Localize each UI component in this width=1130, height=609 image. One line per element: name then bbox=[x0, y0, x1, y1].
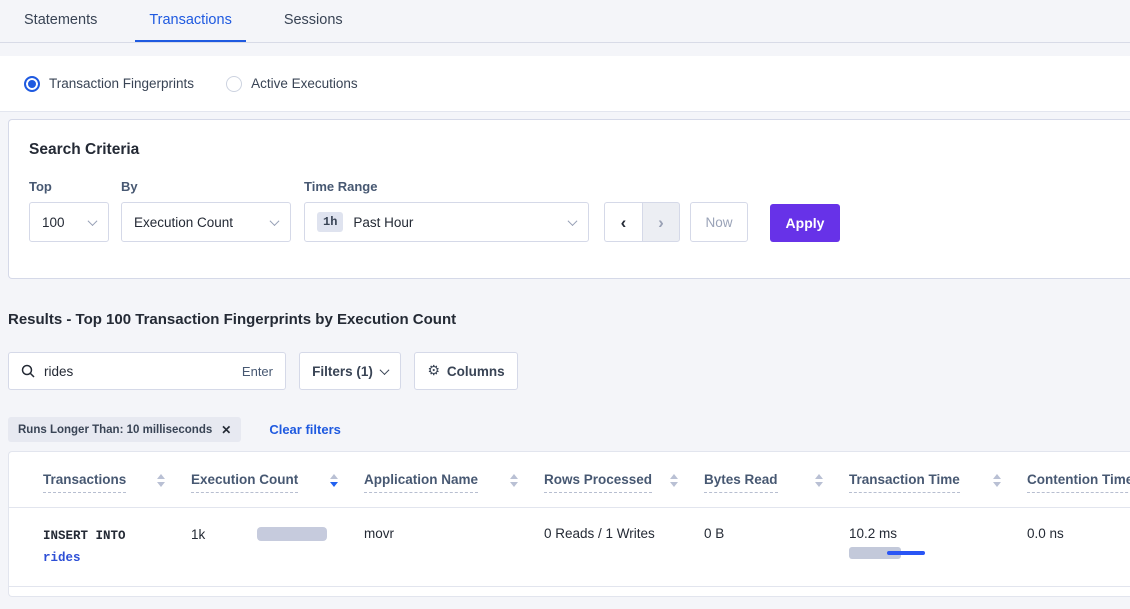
radio-label: Transaction Fingerprints bbox=[49, 76, 194, 91]
contention-time-cell: 0.0 ns bbox=[1027, 526, 1130, 570]
page-tabs: Statements Transactions Sessions bbox=[0, 0, 1130, 43]
clear-filters-link[interactable]: Clear filters bbox=[269, 422, 341, 437]
filter-chip-label: Runs Longer Than: 10 milliseconds bbox=[18, 424, 212, 436]
tab-label: Transactions bbox=[149, 12, 231, 28]
transaction-time-cell: 10.2 ms bbox=[849, 526, 1027, 570]
sort-icon[interactable] bbox=[993, 474, 1001, 487]
search-criteria-card: Search Criteria Top 100 By Execution Cou… bbox=[8, 119, 1130, 279]
radio-transaction-fingerprints[interactable]: Transaction Fingerprints bbox=[24, 76, 194, 92]
results-table-card: Transactions Execution Count Application… bbox=[8, 451, 1130, 597]
remove-filter-icon[interactable]: ✕ bbox=[221, 423, 231, 437]
execution-count-cell: 1k bbox=[191, 526, 364, 570]
next-time-window-button[interactable]: › bbox=[642, 202, 680, 242]
chevron-down-icon bbox=[568, 216, 578, 226]
search-input[interactable] bbox=[44, 364, 242, 379]
column-header-label[interactable]: Execution Count bbox=[191, 472, 298, 493]
tab-statements[interactable]: Statements bbox=[10, 0, 111, 42]
apply-button[interactable]: Apply bbox=[770, 204, 840, 242]
filter-chip: Runs Longer Than: 10 milliseconds ✕ bbox=[8, 417, 241, 442]
time-range-select[interactable]: 1h Past Hour bbox=[304, 202, 589, 242]
results-search-box[interactable]: Enter bbox=[8, 352, 286, 390]
column-header: Contention Time bbox=[1027, 472, 1130, 507]
chevron-right-icon: › bbox=[658, 214, 664, 231]
bytes-read-cell: 0 B bbox=[704, 526, 849, 570]
enter-hint: Enter bbox=[242, 364, 273, 379]
transaction-time-value: 10.2 ms bbox=[849, 526, 1027, 541]
column-header: Execution Count bbox=[191, 472, 364, 507]
table-header-row: Transactions Execution Count Application… bbox=[9, 452, 1130, 508]
time-range-label: Time Range bbox=[304, 179, 604, 194]
top-field: Top 100 bbox=[29, 179, 121, 242]
tab-sessions[interactable]: Sessions bbox=[270, 0, 357, 42]
sort-icon[interactable] bbox=[157, 474, 165, 487]
transaction-link[interactable]: rides bbox=[43, 548, 191, 570]
time-range-value: Past Hour bbox=[353, 215, 413, 230]
sort-icon[interactable] bbox=[670, 474, 678, 487]
radio-icon bbox=[226, 76, 242, 92]
time-range-badge: 1h bbox=[317, 212, 343, 232]
search-criteria-controls: Top 100 By Execution Count Time Range 1h… bbox=[29, 179, 1110, 242]
chevron-down-icon bbox=[88, 216, 98, 226]
search-icon bbox=[21, 364, 35, 378]
chevron-down-icon bbox=[270, 216, 280, 226]
transaction-fingerprint-cell: INSERT INTO rides bbox=[43, 526, 191, 570]
transaction-time-bar bbox=[849, 547, 939, 559]
top-select[interactable]: 100 bbox=[29, 202, 109, 242]
by-field: By Execution Count bbox=[121, 179, 304, 242]
tab-label: Statements bbox=[24, 12, 97, 28]
by-label: By bbox=[121, 179, 304, 194]
column-header: Transactions bbox=[43, 472, 191, 507]
sort-icon[interactable] bbox=[330, 474, 338, 487]
by-select[interactable]: Execution Count bbox=[121, 202, 291, 242]
columns-button[interactable]: ⚙ Columns bbox=[414, 352, 518, 390]
by-value: Execution Count bbox=[134, 215, 233, 230]
view-toggle-strip: Transaction Fingerprints Active Executio… bbox=[0, 56, 1130, 112]
radio-label: Active Executions bbox=[251, 76, 358, 91]
active-filters-row: Runs Longer Than: 10 milliseconds ✕ Clea… bbox=[8, 417, 1130, 442]
column-header: Bytes Read bbox=[704, 472, 849, 507]
column-header-label[interactable]: Transaction Time bbox=[849, 472, 960, 493]
radio-active-executions[interactable]: Active Executions bbox=[226, 76, 358, 92]
results-controls: Enter Filters (1) ⚙ Columns bbox=[8, 352, 1130, 390]
top-value: 100 bbox=[42, 215, 65, 230]
filters-button[interactable]: Filters (1) bbox=[299, 352, 401, 390]
tab-transactions[interactable]: Transactions bbox=[135, 0, 245, 42]
column-header-label[interactable]: Bytes Read bbox=[704, 472, 778, 493]
results-title: Results - Top 100 Transaction Fingerprin… bbox=[8, 311, 1130, 328]
chevron-down-icon bbox=[379, 365, 389, 375]
column-header-label[interactable]: Rows Processed bbox=[544, 472, 652, 493]
top-label: Top bbox=[29, 179, 121, 194]
sort-icon[interactable] bbox=[510, 474, 518, 487]
previous-time-window-button[interactable]: ‹ bbox=[604, 202, 642, 242]
search-criteria-title: Search Criteria bbox=[29, 141, 1110, 159]
application-name-cell: movr bbox=[364, 526, 544, 570]
columns-button-label: Columns bbox=[447, 364, 505, 379]
statement-text: INSERT INTO bbox=[43, 526, 191, 548]
time-window-arrows: ‹ › bbox=[604, 202, 680, 242]
transactions-page: Statements Transactions Sessions Transac… bbox=[0, 0, 1130, 609]
column-header-label[interactable]: Transactions bbox=[43, 472, 126, 493]
column-header: Rows Processed bbox=[544, 472, 704, 507]
execution-count-value: 1k bbox=[191, 526, 257, 542]
column-header-label[interactable]: Contention Time bbox=[1027, 472, 1130, 493]
gear-icon: ⚙ bbox=[427, 363, 440, 379]
time-range-field: Time Range 1h Past Hour bbox=[304, 179, 604, 242]
tab-label: Sessions bbox=[284, 12, 343, 28]
filters-button-label: Filters (1) bbox=[312, 364, 373, 379]
execution-count-bar bbox=[257, 527, 327, 541]
table-row: INSERT INTO rides 1k movr 0 Reads / 1 Wr… bbox=[9, 508, 1130, 587]
chevron-left-icon: ‹ bbox=[621, 214, 627, 231]
column-header: Transaction Time bbox=[849, 472, 1027, 507]
column-header-label[interactable]: Application Name bbox=[364, 472, 478, 493]
column-header: Application Name bbox=[364, 472, 544, 507]
sort-icon[interactable] bbox=[815, 474, 823, 487]
now-button[interactable]: Now bbox=[690, 202, 748, 242]
radio-icon bbox=[24, 76, 40, 92]
rows-processed-cell: 0 Reads / 1 Writes bbox=[544, 526, 704, 570]
